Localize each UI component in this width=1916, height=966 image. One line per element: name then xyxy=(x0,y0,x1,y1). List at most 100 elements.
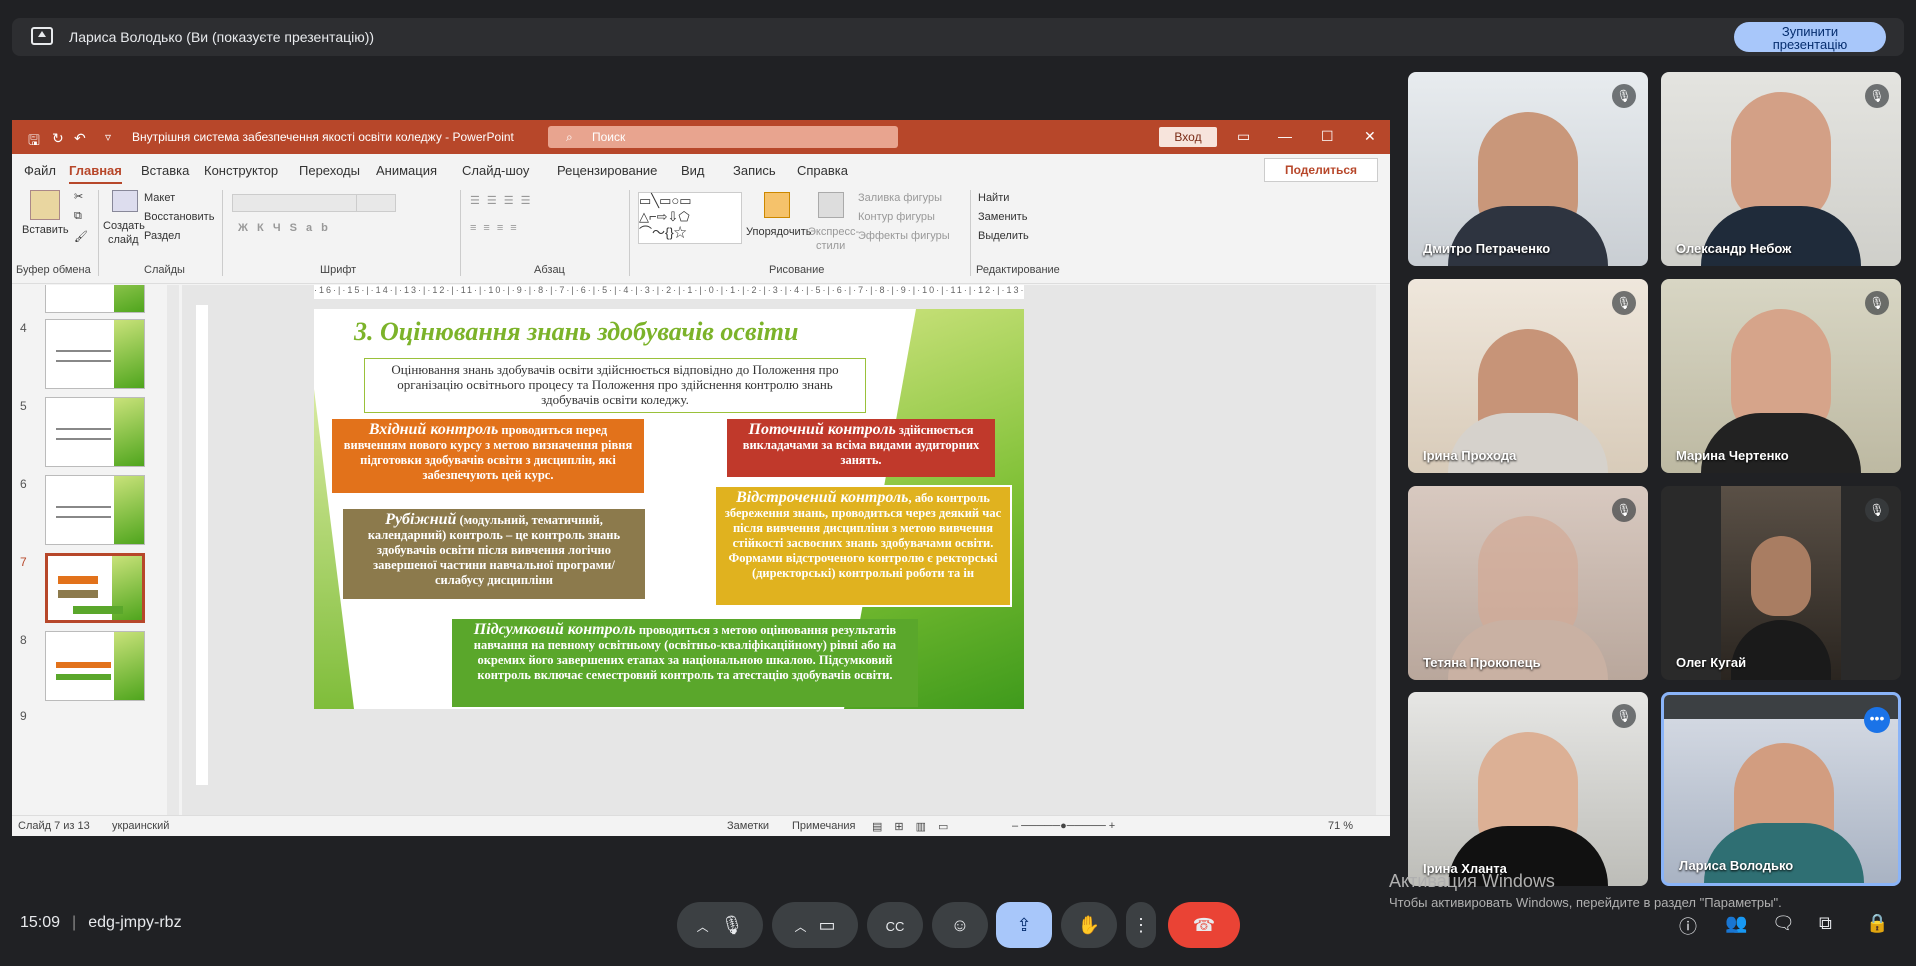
thumbnails-scrollbar[interactable] xyxy=(167,285,179,815)
close-icon[interactable]: ✕ xyxy=(1364,128,1376,145)
replace-button[interactable]: Заменить xyxy=(978,211,1027,223)
divider xyxy=(970,190,971,276)
font-size-select[interactable] xyxy=(356,194,396,212)
slide-thumbnail[interactable] xyxy=(45,397,145,467)
leave-call-button[interactable]: ☎ xyxy=(1168,902,1240,948)
final-control-box[interactable]: Підсумковий контроль проводиться з метою… xyxy=(452,619,918,707)
tab-file[interactable]: Файл xyxy=(24,163,56,178)
more-options-button[interactable]: ⋮ xyxy=(1126,902,1156,948)
slide-thumbnail[interactable] xyxy=(45,475,145,545)
customize-qat-icon[interactable]: ▿ xyxy=(105,130,111,144)
login-button[interactable]: Вход xyxy=(1159,127,1217,147)
stop-presenting-button[interactable]: Зупинити презентацію xyxy=(1734,22,1886,52)
tab-home[interactable]: Главная xyxy=(69,163,122,185)
captions-button[interactable]: CC xyxy=(867,902,923,948)
participant-tile-self[interactable]: ••• Лариса Володько xyxy=(1661,692,1901,886)
more-options-icon[interactable]: ••• xyxy=(1864,707,1890,733)
tab-insert[interactable]: Вставка xyxy=(141,163,189,178)
slide-canvas[interactable]: 3. Оцінювання знань здобувачів освіти Оц… xyxy=(314,309,1024,709)
find-button[interactable]: Найти xyxy=(978,192,1009,204)
copy-icon[interactable]: ⧉ xyxy=(74,210,82,223)
participant-tile[interactable]: 🎙 Ірина Хланта xyxy=(1408,692,1648,886)
meeting-details-icon[interactable]: ⓘ xyxy=(1679,913,1697,939)
paste-icon[interactable] xyxy=(30,190,60,220)
save-icon[interactable]: 🖫 xyxy=(28,130,40,154)
camera-toggle-button[interactable]: ︿ ▭ xyxy=(772,902,858,948)
section-button[interactable]: Раздел xyxy=(144,230,180,242)
tab-record[interactable]: Запись xyxy=(733,163,776,178)
chat-icon[interactable]: 🗨 xyxy=(1772,913,1795,934)
milestone-control-box[interactable]: Рубіжний (модульний, тематичний, календа… xyxy=(343,509,645,599)
tab-review[interactable]: Рецензирование xyxy=(557,163,657,178)
entry-control-box[interactable]: Вхідний контроль проводиться перед вивче… xyxy=(332,419,644,493)
tab-transitions[interactable]: Переходы xyxy=(299,163,360,178)
share-button[interactable]: Поделиться xyxy=(1264,158,1378,182)
new-slide-button[interactable]: Создать xyxy=(103,220,145,232)
windows-activation-title: Активация Windows xyxy=(1389,871,1555,891)
font-name-select[interactable] xyxy=(232,194,372,212)
slide-thumbnail[interactable] xyxy=(45,319,145,389)
shapes-gallery[interactable]: ▭╲▭○▭ △⌐⇨⇩⬠ ⌒〜{}☆ xyxy=(638,192,742,244)
cut-icon[interactable]: ✂ xyxy=(74,190,83,203)
tab-design[interactable]: Конструктор xyxy=(204,163,278,178)
quick-styles-icon[interactable] xyxy=(818,192,844,218)
format-painter-icon[interactable]: 🖌 xyxy=(74,230,88,243)
shape-fill-button[interactable]: Заливка фигуры xyxy=(858,192,942,204)
zoom-slider[interactable]: – ─────●───── + xyxy=(1012,820,1115,832)
intro-textbox[interactable]: Оцінювання знань здобувачів освіти здійс… xyxy=(364,358,866,413)
slide-thumbnail-selected[interactable] xyxy=(45,553,145,623)
host-controls-icon[interactable]: 🔒 xyxy=(1866,913,1888,934)
redo-icon[interactable]: ↻ xyxy=(52,130,64,147)
select-button[interactable]: Выделить xyxy=(978,230,1029,242)
search-box[interactable]: ⌕ Поиск xyxy=(548,126,898,148)
deferred-control-box[interactable]: Відстрочений контроль, або контроль збер… xyxy=(714,485,1012,607)
view-buttons[interactable]: ▤⊞▥▭ xyxy=(872,820,960,833)
arrange-button[interactable]: Упорядочить xyxy=(746,226,811,238)
comments-button[interactable]: Примечания xyxy=(792,820,856,832)
participant-tile[interactable]: 🎙 Тетяна Прокопець xyxy=(1408,486,1648,680)
tab-view[interactable]: Вид xyxy=(681,163,705,178)
shape-effects-button[interactable]: Эффекты фигуры xyxy=(858,230,950,242)
shape-outline-button[interactable]: Контур фигуры xyxy=(858,211,935,223)
mic-toggle-button[interactable]: ︿ 🎙 xyxy=(677,902,763,948)
new-slide-icon[interactable] xyxy=(112,190,138,212)
participant-tile[interactable]: 🎙 Олександр Небож xyxy=(1661,72,1901,266)
language-indicator[interactable]: украинский xyxy=(112,820,169,832)
quick-styles-button[interactable]: Экспресс- xyxy=(808,226,859,238)
ribbon-display-icon[interactable]: ▭ xyxy=(1237,128,1250,145)
tab-animations[interactable]: Анимация xyxy=(376,163,437,178)
participant-tile[interactable]: 🎙 Марина Чертенко xyxy=(1661,279,1901,473)
current-control-box[interactable]: Поточний контроль здійснюється викладача… xyxy=(727,419,995,477)
zoom-level[interactable]: 71 % xyxy=(1328,820,1353,832)
editor-scrollbar[interactable] xyxy=(1376,285,1390,815)
tab-help[interactable]: Справка xyxy=(797,163,848,178)
slide-title[interactable]: 3. Оцінювання знань здобувачів освіти xyxy=(354,317,799,347)
reactions-button[interactable]: ☺ xyxy=(932,902,988,948)
arrange-icon[interactable] xyxy=(764,192,790,218)
align-icons[interactable]: ≡≡≡≡ xyxy=(470,222,524,234)
maximize-icon[interactable]: ☐ xyxy=(1321,128,1334,145)
reset-button[interactable]: Восстановить xyxy=(144,211,214,223)
title-bar: 🖫 ↻ ↶ ▿ Внутрішня система забезпечення я… xyxy=(12,120,1390,154)
chevron-up-icon[interactable]: ︿ xyxy=(697,920,709,934)
participant-tile[interactable]: 🎙 Олег Кугай xyxy=(1661,486,1901,680)
list-icons[interactable]: ☰☰☰☰ xyxy=(470,194,537,207)
slide-thumbnail[interactable] xyxy=(45,285,145,313)
participant-tile[interactable]: 🎙 Дмитро Петраченко xyxy=(1408,72,1648,266)
minimize-icon[interactable]: — xyxy=(1278,128,1292,144)
notes-button[interactable]: Заметки xyxy=(727,820,769,832)
meeting-code[interactable]: edg-jmpy-rbz xyxy=(88,914,181,931)
present-now-button[interactable]: ⇪ xyxy=(996,902,1052,948)
layout-button[interactable]: Макет xyxy=(144,192,175,204)
raise-hand-button[interactable]: ✋ xyxy=(1061,902,1117,948)
paste-button[interactable]: Вставить xyxy=(22,224,69,236)
slide-thumbnail[interactable] xyxy=(45,631,145,701)
font-format-icons[interactable]: ЖКЧSab xyxy=(238,222,337,234)
undo-icon[interactable]: ↶ xyxy=(74,130,86,147)
activities-icon[interactable]: ⧉ xyxy=(1819,913,1832,934)
tab-slideshow[interactable]: Слайд-шоу xyxy=(462,163,529,178)
people-icon[interactable]: 👥 xyxy=(1725,913,1747,934)
chevron-up-icon[interactable]: ︿ xyxy=(794,920,806,934)
quick-styles-label-2: стили xyxy=(816,240,846,252)
participant-tile[interactable]: 🎙 Ірина Прохода xyxy=(1408,279,1648,473)
